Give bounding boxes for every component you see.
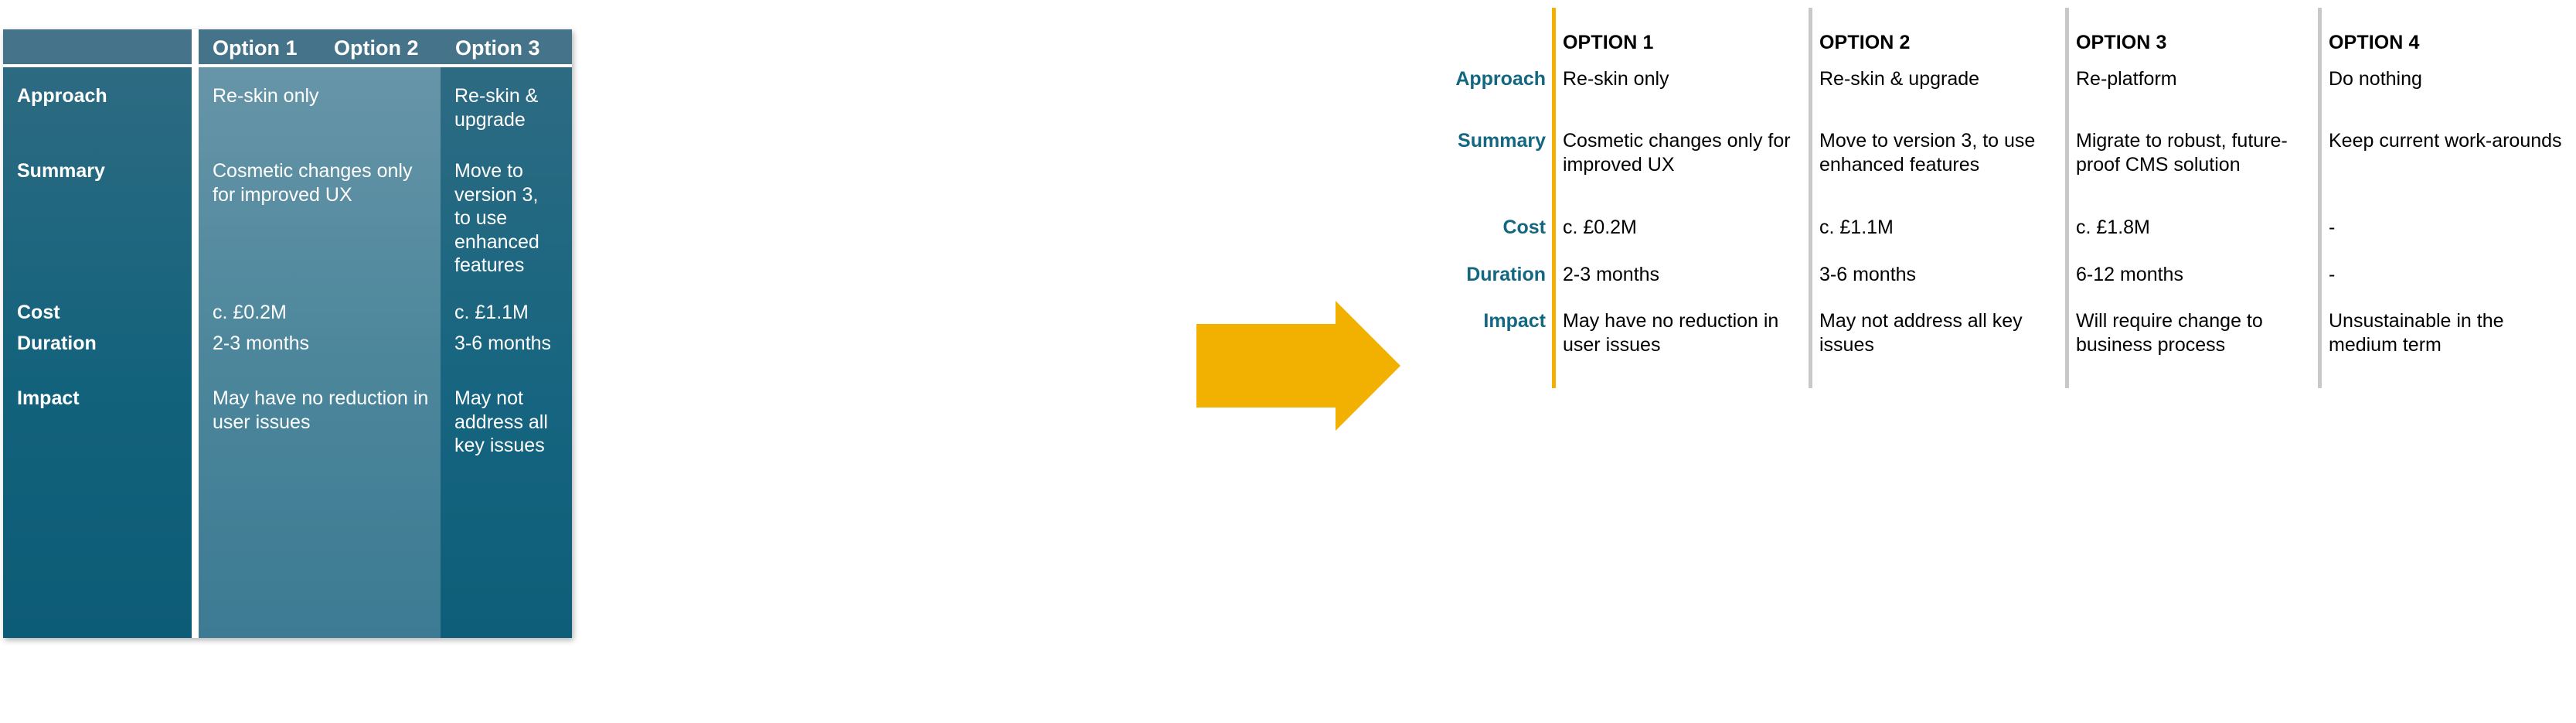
right-row-label-cost: Cost xyxy=(1502,217,1546,238)
left-header-option-1: Option 1 xyxy=(192,29,320,67)
left-cell-summary-option2: Move to version 3, to use enhanced featu… xyxy=(454,160,539,276)
left-header-label-cell xyxy=(3,29,192,67)
right-cell-approach-option3: Re-platform xyxy=(2076,68,2177,90)
right-header-option-3: OPTION 3 xyxy=(2076,32,2167,53)
right-row-label-impact: Impact xyxy=(1483,309,1546,332)
right-cell-cost-option4: - xyxy=(2329,217,2336,238)
right-header-option-1: OPTION 1 xyxy=(1563,32,1654,53)
right-cell-cost-option1: c. £0.2M xyxy=(1563,217,1637,238)
right-header-option-4: OPTION 4 xyxy=(2329,32,2420,53)
left-cell-approach-option3: Re-platform xyxy=(567,67,572,131)
left-cell-impact-option2: May not address all key issues xyxy=(454,387,548,456)
left-header-option-4: Option 4 xyxy=(563,29,572,67)
left-cell-cost-option3: c. £1.8M xyxy=(567,278,572,325)
left-cell-approach-option1: Re-skin only xyxy=(213,85,319,107)
right-cell-approach-option2: Re-skin & upgrade xyxy=(1819,68,1980,90)
left-cell-duration-option3: 6-12 months xyxy=(567,324,572,379)
right-cell-impact-option2: May not address all key issues xyxy=(1819,309,2023,356)
left-row-label-cost: Cost xyxy=(17,301,60,323)
left-cell-cost-option2: c. £1.1M xyxy=(454,301,529,323)
after-comparison-table: OPTION 1 OPTION 2 OPTION 3 OPTION 4 Appr… xyxy=(1428,8,2576,684)
right-cell-summary-option2: Move to version 3, to use enhanced featu… xyxy=(1819,129,2036,176)
transformation-arrow xyxy=(1196,301,1400,431)
right-cell-impact-option3: Will require change to business process xyxy=(2076,309,2263,356)
right-cell-impact-option1: May have no reduction in user issues xyxy=(1563,309,1779,356)
left-cell-approach-option2: Re-skin & upgrade xyxy=(454,85,539,131)
left-table-text-grid: Approach Re-skin only Re-skin & upgrade … xyxy=(3,67,572,638)
before-comparison-table: Option 1 Option 2 Option 3 Option 4 Appr… xyxy=(3,29,572,638)
left-cell-cost-option1: c. £0.2M xyxy=(213,301,287,323)
left-row-label-summary: Summary xyxy=(17,160,105,182)
right-row-label-approach: Approach xyxy=(1455,68,1546,90)
right-header-label-cell xyxy=(1428,8,1552,55)
left-header-option-3: Option 3 xyxy=(455,36,540,60)
right-cell-duration-option2: 3-6 months xyxy=(1819,264,1917,286)
left-row-label-approach: Approach xyxy=(17,85,107,107)
left-row-label-impact: Impact xyxy=(17,387,80,409)
right-row-label-summary: Summary xyxy=(1458,129,1546,152)
left-header-option-2: Option 2 xyxy=(334,36,419,60)
right-cell-cost-option3: c. £1.8M xyxy=(2076,217,2150,238)
right-cell-summary-option1: Cosmetic changes only for improved UX xyxy=(1563,129,1791,176)
left-cell-impact-option1: May have no reduction in user issues xyxy=(213,387,429,433)
left-row-label-duration: Duration xyxy=(17,333,97,354)
left-table-header-row: Option 1 Option 2 Option 3 Option 4 xyxy=(3,29,572,67)
right-cell-summary-option4: Keep current work-arounds xyxy=(2329,129,2562,152)
left-cell-duration-option1: 2-3 months xyxy=(213,333,310,354)
left-cell-impact-option3: Will require change to business process xyxy=(567,379,572,481)
left-cell-summary-option3: Migrate to robust, future-proof CMS solu… xyxy=(567,131,572,278)
right-cell-approach-option4: Do nothing xyxy=(2329,68,2422,90)
right-table-grid: OPTION 1 OPTION 2 OPTION 3 OPTION 4 Appr… xyxy=(1428,8,2576,388)
right-cell-duration-option1: 2-3 months xyxy=(1563,264,1660,286)
left-cell-duration-option2: 3-6 months xyxy=(454,333,552,354)
arrow-right-icon xyxy=(1196,301,1400,431)
right-row-label-duration: Duration xyxy=(1466,264,1546,286)
right-cell-approach-option1: Re-skin only xyxy=(1563,68,1669,90)
left-table-body: Approach Re-skin only Re-skin & upgrade … xyxy=(3,67,572,638)
right-cell-summary-option3: Migrate to robust, future-proof CMS solu… xyxy=(2076,129,2288,176)
right-header-option-2: OPTION 2 xyxy=(1819,32,1911,53)
right-cell-duration-option4: - xyxy=(2329,264,2336,286)
right-cell-duration-option3: 6-12 months xyxy=(2076,264,2183,286)
right-cell-impact-option4: Unsustainable in the medium term xyxy=(2329,309,2504,356)
left-cell-summary-option1: Cosmetic changes only for improved UX xyxy=(213,160,413,206)
right-cell-cost-option2: c. £1.1M xyxy=(1819,217,1894,238)
